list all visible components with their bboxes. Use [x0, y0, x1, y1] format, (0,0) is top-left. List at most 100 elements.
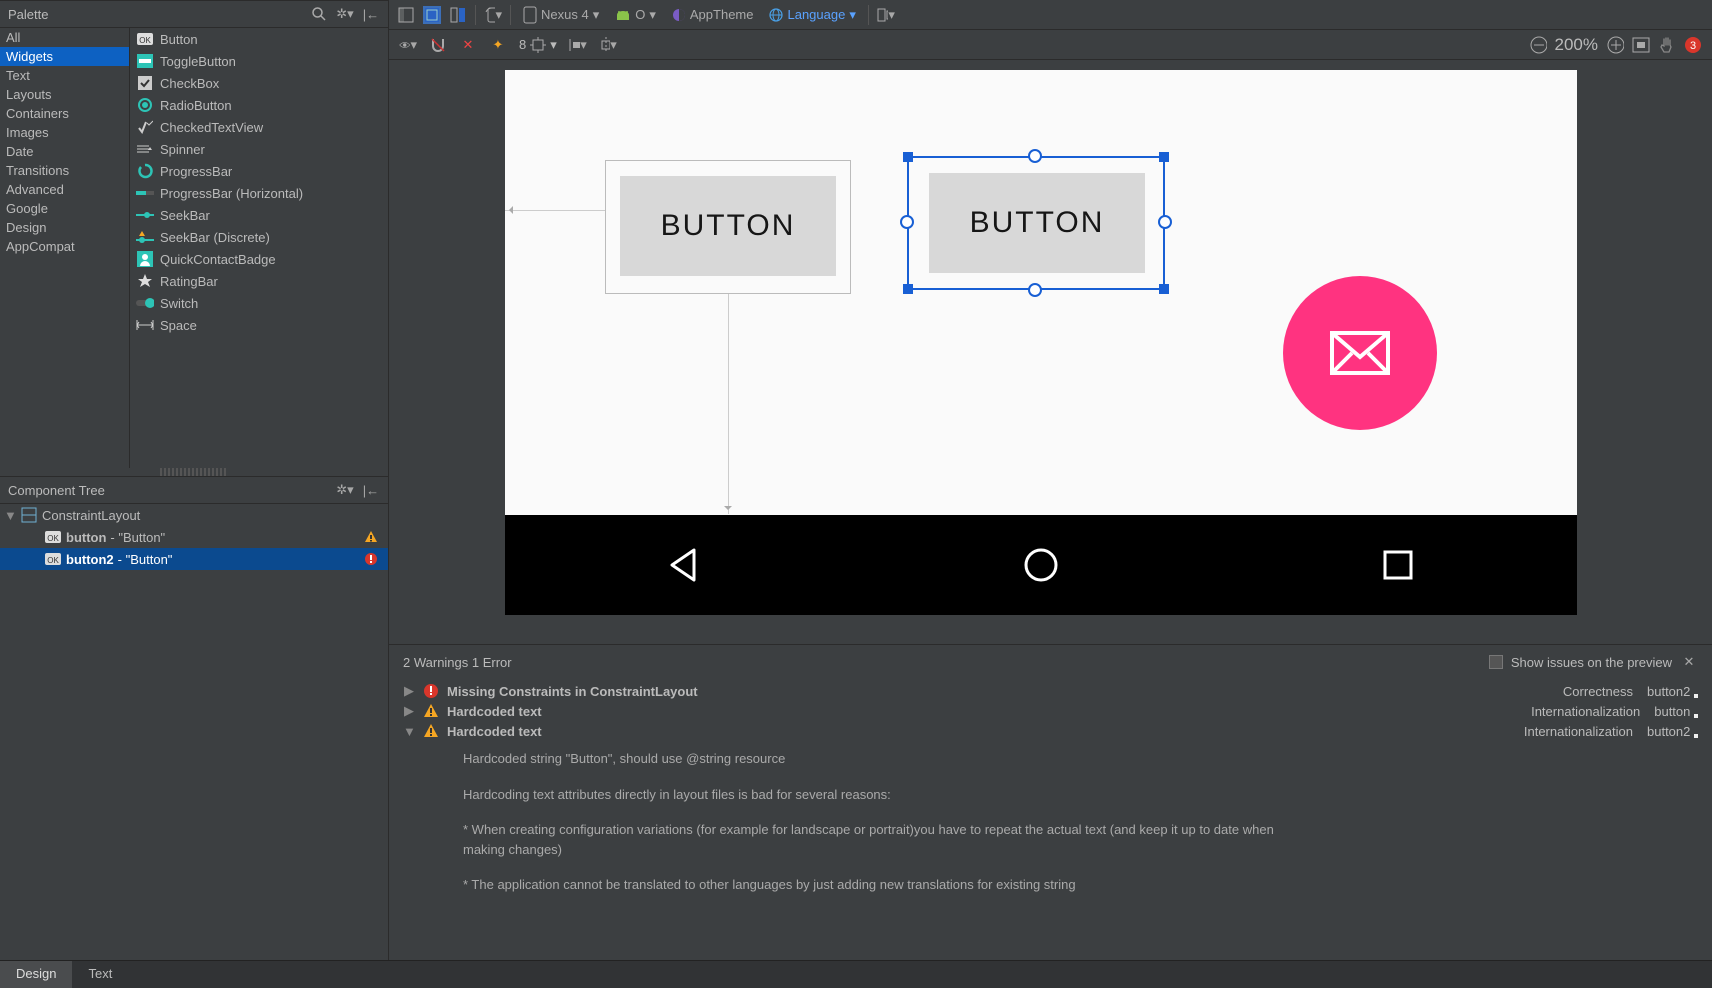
palette-widget-togglebutton[interactable]: ToggleButton	[130, 50, 388, 72]
zoom-in-icon[interactable]	[1606, 36, 1624, 54]
palette-widget-seekbar[interactable]: SeekBar	[130, 204, 388, 226]
widget-icon	[136, 316, 154, 334]
palette-widget-ratingbar[interactable]: RatingBar	[130, 270, 388, 292]
resize-handle[interactable]	[1159, 152, 1169, 162]
eye-icon[interactable]: ▾	[399, 36, 417, 54]
panel-resize-grip[interactable]	[160, 468, 228, 476]
align-icon[interactable]: ▾	[599, 36, 617, 54]
resize-handle[interactable]	[903, 152, 913, 162]
palette-header: Palette ✲▾ |←	[0, 0, 388, 28]
palette-widget-space[interactable]: Space	[130, 314, 388, 336]
device-selector[interactable]: Nexus 4▾	[519, 4, 603, 26]
selection-box[interactable]: BUTTON	[907, 156, 1165, 290]
palette-category-containers[interactable]: Containers	[0, 104, 129, 123]
infer-constraints-icon[interactable]: ✦	[489, 36, 507, 54]
nav-back-icon[interactable]	[660, 541, 708, 589]
constraint-handle[interactable]	[900, 215, 914, 229]
theme-selector[interactable]: AppTheme	[668, 5, 758, 24]
palette-widget-checkedtextview[interactable]: CheckedTextView	[130, 116, 388, 138]
resize-handle[interactable]	[1159, 284, 1169, 294]
default-margin[interactable]: 8 ▾	[519, 37, 557, 53]
component-tree: ▼ ConstraintLayout OKbutton - "Button"OK…	[0, 504, 388, 960]
gear-icon[interactable]: ✲▾	[336, 481, 354, 499]
tab-design[interactable]: Design	[0, 961, 72, 988]
resize-handle[interactable]	[903, 284, 913, 294]
blueprint-view-icon[interactable]	[423, 6, 441, 24]
nav-recent-icon[interactable]	[1374, 541, 1422, 589]
component-tree-title: Component Tree	[8, 483, 105, 498]
widget-icon: OK	[44, 528, 62, 546]
palette-category-transitions[interactable]: Transitions	[0, 161, 129, 180]
palette-widget-switch[interactable]: Switch	[130, 292, 388, 314]
disclosure-icon[interactable]: ▼	[4, 508, 16, 523]
component-tree-header: Component Tree ✲▾ |←	[0, 476, 388, 504]
tree-root[interactable]: ▼ ConstraintLayout	[0, 504, 388, 526]
issue-row[interactable]: ▶Hardcoded textInternationalizationbutto…	[403, 701, 1698, 721]
zoom-fit-icon[interactable]	[1632, 36, 1650, 54]
nav-home-icon[interactable]	[1017, 541, 1065, 589]
pack-icon[interactable]: ▾	[569, 36, 587, 54]
palette-widget-quickcontactbadge[interactable]: QuickContactBadge	[130, 248, 388, 270]
canvas-fab[interactable]	[1283, 276, 1437, 430]
widget-icon	[136, 272, 154, 290]
palette-category-date[interactable]: Date	[0, 142, 129, 161]
palette-category-images[interactable]: Images	[0, 123, 129, 142]
error-badge-icon	[364, 552, 384, 566]
canvas-button2[interactable]: BUTTON	[929, 173, 1145, 273]
pan-icon[interactable]	[1658, 36, 1676, 54]
widget-icon	[136, 96, 154, 114]
close-icon[interactable]: ✕	[1680, 653, 1698, 671]
palette-category-layouts[interactable]: Layouts	[0, 85, 129, 104]
error-count-badge[interactable]: 3	[1684, 36, 1702, 54]
api-selector[interactable]: O▾	[611, 5, 660, 25]
disclosure-icon[interactable]: ▼	[403, 724, 415, 739]
design-view-icon[interactable]	[397, 6, 415, 24]
widget-icon	[136, 206, 154, 224]
constraint-handle[interactable]	[1028, 283, 1042, 297]
show-preview-checkbox[interactable]	[1489, 655, 1503, 669]
disclosure-icon[interactable]: ▶	[403, 703, 415, 719]
palette-widget-progressbar[interactable]: ProgressBar	[130, 160, 388, 182]
palette-category-text[interactable]: Text	[0, 66, 129, 85]
palette-category-design[interactable]: Design	[0, 218, 129, 237]
issue-row[interactable]: ▶Missing Constraints in ConstraintLayout…	[403, 681, 1698, 701]
palette-widget-radiobutton[interactable]: RadioButton	[130, 94, 388, 116]
palette-widget-spinner[interactable]: Spinner	[130, 138, 388, 160]
widget-icon	[136, 162, 154, 180]
issue-row[interactable]: ▼Hardcoded textInternationalizationbutto…	[403, 721, 1698, 741]
palette-category-appcompat[interactable]: AppCompat	[0, 237, 129, 256]
clear-constraints-icon[interactable]: ✕	[459, 36, 477, 54]
palette-widget-seekbar-discrete-[interactable]: SeekBar (Discrete)	[130, 226, 388, 248]
tab-text[interactable]: Text	[72, 961, 128, 988]
design-canvas[interactable]: BUTTON BUTTON	[389, 60, 1712, 644]
constraint-handle[interactable]	[1028, 149, 1042, 163]
palette-widget-list: OKButtonToggleButtonCheckBoxRadioButtonC…	[130, 28, 388, 468]
locale-selector[interactable]: Language▾	[765, 5, 859, 25]
variants-icon[interactable]: ▾	[877, 6, 895, 24]
zoom-out-icon[interactable]	[1529, 36, 1547, 54]
palette-category-advanced[interactable]: Advanced	[0, 180, 129, 199]
palette-category-all[interactable]: All	[0, 28, 129, 47]
search-icon[interactable]	[310, 5, 328, 23]
bottom-tabs: Design Text	[0, 960, 1712, 988]
palette-widget-checkbox[interactable]: CheckBox	[130, 72, 388, 94]
palette-category-google[interactable]: Google	[0, 199, 129, 218]
magnet-icon[interactable]	[429, 36, 447, 54]
palette-category-widgets[interactable]: Widgets	[0, 47, 129, 66]
canvas-button1[interactable]: BUTTON	[620, 176, 836, 276]
constraint-guide-vertical	[728, 294, 729, 514]
tree-item-button[interactable]: OKbutton - "Button"	[0, 526, 388, 548]
editor-panel: ▾ Nexus 4▾ O▾ AppTheme Language▾ ▾ ▾	[389, 0, 1712, 960]
collapse-icon[interactable]: |←	[362, 5, 380, 23]
hover-outline: BUTTON	[605, 160, 851, 294]
both-view-icon[interactable]	[449, 6, 467, 24]
device-screen[interactable]: BUTTON BUTTON	[505, 70, 1577, 515]
tree-item-button2[interactable]: OKbutton2 - "Button"	[0, 548, 388, 570]
palette-widget-progressbar-horizontal-[interactable]: ProgressBar (Horizontal)	[130, 182, 388, 204]
disclosure-icon[interactable]: ▶	[403, 683, 415, 699]
constraint-handle[interactable]	[1158, 215, 1172, 229]
palette-widget-button[interactable]: OKButton	[130, 28, 388, 50]
collapse-icon[interactable]: |←	[362, 481, 380, 499]
gear-icon[interactable]: ✲▾	[336, 5, 354, 23]
orientation-icon[interactable]: ▾	[484, 6, 502, 24]
